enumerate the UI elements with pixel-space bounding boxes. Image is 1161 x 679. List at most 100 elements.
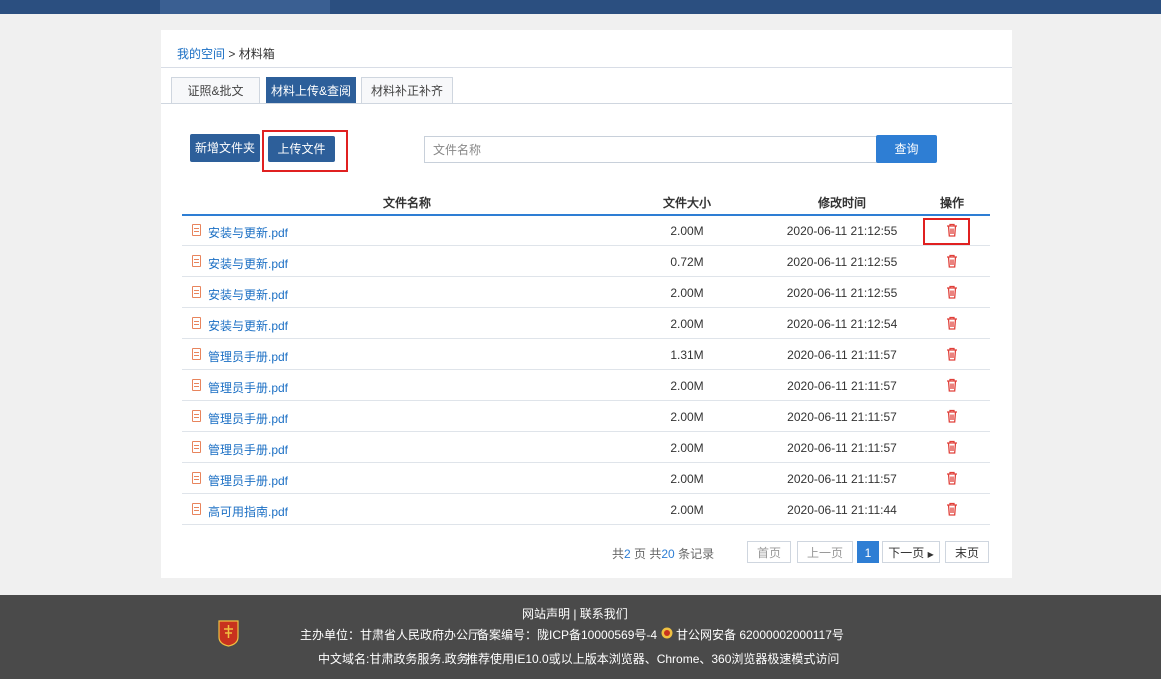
file-name-link[interactable]: 管理员手册.pdf <box>208 379 288 396</box>
caret-right-icon: ▶ <box>927 550 934 559</box>
trash-icon <box>944 378 960 396</box>
breadcrumb-separator: > <box>225 47 239 61</box>
file-size: 0.72M <box>670 255 704 269</box>
delete-button[interactable] <box>937 470 967 489</box>
tab-supplement[interactable]: 材料补正补齐 <box>361 77 453 103</box>
upload-highlight-box <box>262 130 348 172</box>
footer-links[interactable]: 网站声明 | 联系我们 <box>522 605 628 622</box>
modified-time: 2020-06-11 21:12:54 <box>786 317 898 331</box>
table-row: 管理员手册.pdf 1.31M 2020-06-11 21:11:57 <box>182 340 990 370</box>
file-name-link[interactable]: 安装与更新.pdf <box>208 317 288 334</box>
pagination: 共2 页 共20 条记录 首页 上一页 1 下一页 ▶ 末页 <box>161 541 1012 563</box>
col-header-name: 文件名称 <box>382 196 431 210</box>
delete-button[interactable] <box>937 315 967 334</box>
footer-police-record[interactable]: 甘公网安备 62000002000117号 <box>676 626 844 643</box>
file-name-link[interactable]: 高可用指南.pdf <box>208 503 288 520</box>
footer-browser-tip: 推荐使用IE10.0或以上版本浏览器、Chrome、360浏览器极速模式访问 <box>466 652 840 666</box>
tab-upload-view[interactable]: 材料上传&查阅 <box>266 77 356 103</box>
file-size: 2.00M <box>670 317 704 331</box>
delete-button[interactable] <box>937 253 967 272</box>
breadcrumb-home-link[interactable]: 我的空间 <box>177 47 225 61</box>
trash-icon <box>944 409 960 427</box>
col-header-time: 修改时间 <box>817 196 866 210</box>
file-icon <box>192 410 201 422</box>
modified-time: 2020-06-11 21:11:57 <box>787 348 897 362</box>
modified-time: 2020-06-11 21:12:55 <box>786 224 898 238</box>
pagination-record-count: 20 <box>661 547 675 561</box>
trash-icon <box>944 285 960 303</box>
delete-highlight-box <box>923 218 970 245</box>
table-row: 安装与更新.pdf 0.72M 2020-06-11 21:12:55 <box>182 247 990 277</box>
file-name-link[interactable]: 管理员手册.pdf <box>208 410 288 427</box>
file-icon <box>192 441 201 453</box>
file-size: 2.00M <box>670 286 704 300</box>
search-button[interactable]: 查询 <box>876 135 937 163</box>
file-size: 2.00M <box>670 472 704 486</box>
footer: 网站声明 | 联系我们 主办单位：甘肃省人民政府办公厅 备案编号：陇ICP备10… <box>0 595 1161 679</box>
file-icon <box>192 379 201 391</box>
trash-icon <box>944 316 960 334</box>
first-page-button[interactable]: 首页 <box>747 541 791 563</box>
table-row: 管理员手册.pdf 2.00M 2020-06-11 21:11:57 <box>182 371 990 401</box>
delete-button[interactable] <box>937 408 967 427</box>
trash-icon <box>944 471 960 489</box>
delete-button[interactable] <box>937 284 967 303</box>
file-size: 1.31M <box>670 348 704 362</box>
modified-time: 2020-06-11 21:11:57 <box>787 379 897 393</box>
file-icon <box>192 286 201 298</box>
tab-certificates[interactable]: 证照&批文 <box>171 77 260 103</box>
file-size: 2.00M <box>670 410 704 424</box>
gov-emblem-icon <box>218 620 239 647</box>
new-folder-button[interactable]: 新增文件夹 <box>190 134 260 162</box>
pagination-records-unit: 条记录 <box>674 547 715 561</box>
modified-time: 2020-06-11 21:11:44 <box>787 503 897 517</box>
file-icon <box>192 224 201 236</box>
table-row: 高可用指南.pdf 2.00M 2020-06-11 21:11:44 <box>182 495 990 525</box>
file-name-link[interactable]: 管理员手册.pdf <box>208 472 288 489</box>
delete-button[interactable] <box>937 501 967 520</box>
footer-host: 主办单位：甘肃省人民政府办公厅 <box>300 628 481 642</box>
table-row: 管理员手册.pdf 2.00M 2020-06-11 21:11:57 <box>182 433 990 463</box>
modified-time: 2020-06-11 21:11:57 <box>787 441 897 455</box>
pagination-pages-unit: 页 共 <box>630 547 662 561</box>
prev-page-button[interactable]: 上一页 <box>797 541 853 563</box>
next-page-button[interactable]: 下一页 ▶ <box>882 541 940 563</box>
trash-icon <box>944 440 960 458</box>
file-name-link[interactable]: 管理员手册.pdf <box>208 441 288 458</box>
file-name-link[interactable]: 安装与更新.pdf <box>208 224 288 241</box>
file-name-link[interactable]: 管理员手册.pdf <box>208 348 288 365</box>
file-name-search-input[interactable] <box>424 136 878 163</box>
table-row: 安装与更新.pdf 2.00M 2020-06-11 21:12:55 <box>182 278 990 308</box>
tab-divider <box>161 103 1012 104</box>
file-icon <box>192 348 201 360</box>
delete-button[interactable] <box>937 439 967 458</box>
file-name-link[interactable]: 安装与更新.pdf <box>208 286 288 303</box>
file-icon <box>192 317 201 329</box>
trash-icon <box>944 347 960 365</box>
col-header-action: 操作 <box>939 196 964 210</box>
modified-time: 2020-06-11 21:11:57 <box>787 472 897 486</box>
trash-icon <box>944 502 960 520</box>
top-nav-bar <box>0 0 1161 14</box>
modified-time: 2020-06-11 21:12:55 <box>786 255 898 269</box>
top-nav-active-tab[interactable] <box>160 0 330 14</box>
footer-icp[interactable]: 备案编号：陇ICP备10000569号-4 <box>477 626 657 643</box>
file-icon <box>192 503 201 515</box>
page-1-button[interactable]: 1 <box>857 541 879 563</box>
last-page-button[interactable]: 末页 <box>945 541 989 563</box>
pagination-summary: 共2 页 共20 条记录 <box>612 545 714 562</box>
breadcrumb-current: 材料箱 <box>238 47 275 61</box>
file-name-link[interactable]: 安装与更新.pdf <box>208 255 288 272</box>
next-page-label: 下一页 <box>888 546 925 560</box>
footer-domain: 中文域名:甘肃政务服务.政务 <box>318 652 469 666</box>
table-row: 安装与更新.pdf 2.00M 2020-06-11 21:12:54 <box>182 309 990 339</box>
delete-button[interactable] <box>937 346 967 365</box>
modified-time: 2020-06-11 21:11:57 <box>787 410 897 424</box>
table-row: 管理员手册.pdf 2.00M 2020-06-11 21:11:57 <box>182 464 990 494</box>
file-size: 2.00M <box>670 224 704 238</box>
delete-button[interactable] <box>937 377 967 396</box>
breadcrumb: 我的空间 > 材料箱 <box>177 45 275 62</box>
file-size: 2.00M <box>670 441 704 455</box>
modified-time: 2020-06-11 21:12:55 <box>786 286 898 300</box>
table-header: 文件名称 文件大小 修改时间 操作 <box>182 190 990 214</box>
